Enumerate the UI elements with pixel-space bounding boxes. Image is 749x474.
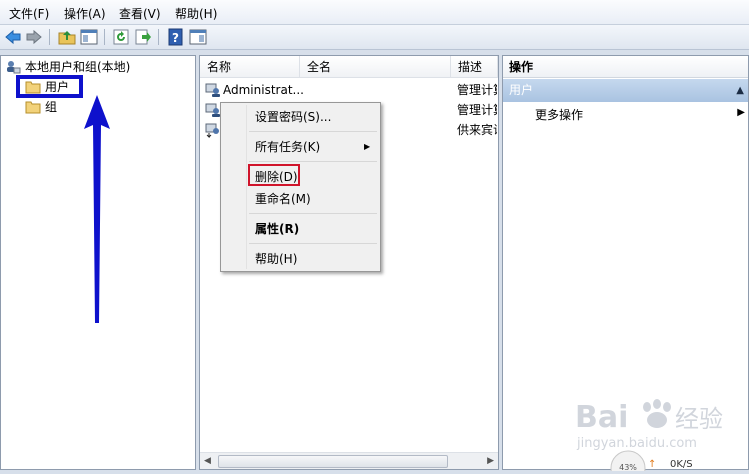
horizontal-scrollbar[interactable]: ◀ ▶ bbox=[200, 452, 498, 469]
highlight-delete-box bbox=[248, 164, 300, 186]
user-icon bbox=[205, 102, 221, 118]
menu-file[interactable]: 文件(F) bbox=[9, 5, 49, 22]
actions-header: 操作 bbox=[503, 56, 748, 78]
disabled-user-icon bbox=[205, 122, 221, 139]
up-arrow-annotation bbox=[84, 95, 110, 323]
forward-arrow-icon[interactable] bbox=[25, 28, 43, 46]
network-speed-widget: 43% ↑ 0K/S bbox=[608, 448, 703, 474]
row-description: 供来宾访 bbox=[457, 123, 497, 137]
baidu-watermark: Bai 经验 jingyan.baidu.com bbox=[575, 399, 723, 451]
tree-root-label: 本地用户和组(本地) bbox=[25, 60, 131, 74]
column-header-name[interactable]: 名称 bbox=[200, 56, 300, 78]
scroll-thumb[interactable] bbox=[218, 455, 448, 468]
up-folder-icon[interactable] bbox=[58, 28, 76, 46]
svg-text:Bai: Bai bbox=[575, 400, 628, 435]
menu-item-rename[interactable]: 重命名(M) bbox=[255, 189, 311, 209]
actions-section-users[interactable]: 用户 ▲ bbox=[503, 79, 748, 102]
submenu-arrow-icon: ▶ bbox=[364, 142, 371, 151]
table-row[interactable]: Administrat... 管理计算 bbox=[200, 80, 498, 100]
svg-text:?: ? bbox=[172, 31, 179, 45]
menu-action[interactable]: 操作(A) bbox=[64, 5, 106, 22]
show-hide-tree-icon[interactable] bbox=[80, 28, 98, 46]
refresh-icon[interactable] bbox=[112, 28, 130, 46]
column-header-description[interactable]: 描述 bbox=[451, 56, 498, 78]
tree-item-groups-label: 组 bbox=[45, 100, 58, 114]
properties-icon[interactable] bbox=[189, 28, 207, 46]
menu-item-set-password[interactable]: 设置密码(S)... bbox=[255, 107, 331, 127]
row-description: 管理计算 bbox=[457, 103, 497, 117]
svg-text:经验: 经验 bbox=[675, 405, 723, 433]
help-icon[interactable]: ? bbox=[167, 28, 185, 46]
row-name: Administrat... bbox=[223, 83, 304, 97]
actions-section-label: 用户 bbox=[509, 83, 534, 97]
computer-users-icon bbox=[5, 59, 21, 75]
back-arrow-icon[interactable] bbox=[4, 28, 22, 46]
menu-item-help[interactable]: 帮助(H) bbox=[255, 249, 297, 269]
column-header-fullname[interactable]: 全名 bbox=[300, 56, 451, 78]
row-description: 管理计算 bbox=[457, 83, 497, 97]
menu-view[interactable]: 查看(V) bbox=[119, 5, 161, 22]
folder-icon bbox=[25, 99, 41, 115]
context-menu: 设置密码(S)... 所有任务(K) ▶ 删除(D) 重命名(M) 属性(R) … bbox=[220, 102, 381, 272]
more-actions[interactable]: 更多操作 bbox=[535, 106, 583, 123]
more-actions-label: 更多操作 bbox=[535, 108, 584, 122]
scroll-left-icon[interactable]: ◀ bbox=[204, 456, 211, 466]
svg-text:43%: 43% bbox=[619, 463, 637, 471]
scroll-right-icon[interactable]: ▶ bbox=[487, 456, 494, 466]
collapse-up-icon[interactable]: ▲ bbox=[736, 79, 744, 102]
svg-text:0K/S: 0K/S bbox=[670, 459, 693, 470]
menu-item-all-tasks[interactable]: 所有任务(K) bbox=[255, 137, 320, 157]
menu-item-properties[interactable]: 属性(R) bbox=[255, 219, 299, 239]
export-list-icon[interactable] bbox=[134, 28, 152, 46]
submenu-arrow-icon: ▶ bbox=[737, 107, 745, 118]
menu-bar: 文件(F) 操作(A) 查看(V) 帮助(H) bbox=[0, 0, 749, 25]
user-icon bbox=[205, 82, 221, 98]
highlight-users-box bbox=[16, 75, 83, 98]
menu-help[interactable]: 帮助(H) bbox=[175, 5, 217, 22]
svg-text:↑: ↑ bbox=[648, 459, 656, 470]
toolbar: ? bbox=[0, 25, 749, 50]
